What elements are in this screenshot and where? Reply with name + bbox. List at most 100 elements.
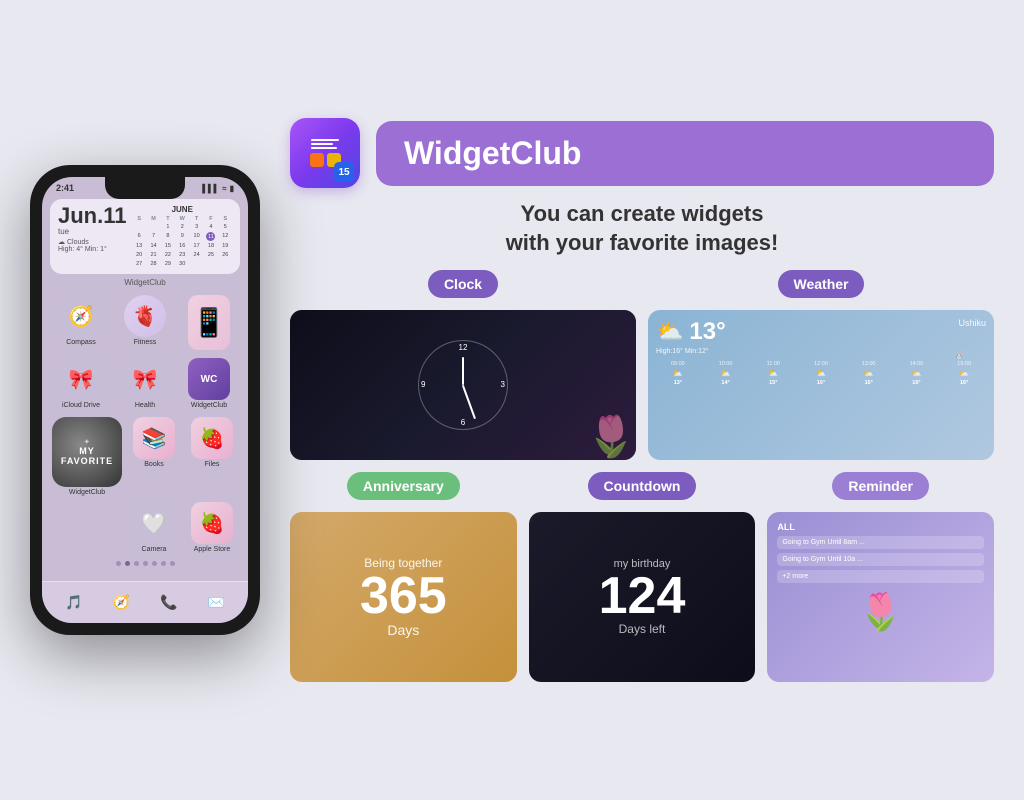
dock-compass[interactable]: 🧭 [113,594,130,611]
cloud-icon: ☁ [58,238,65,246]
clock-badge[interactable]: Clock [428,270,498,298]
app-name: WidgetClub [404,135,966,172]
widgetclub-icon: WC [188,358,230,400]
clock-hour-hand [462,357,464,385]
cal-month: JUNE [132,205,232,214]
reminder-item-more: +2 more [777,570,984,583]
forecast-14: 14:00 ⛅ 16° [895,361,939,386]
app-fitness[interactable]: 🫀 Fitness [116,295,174,352]
weather-city: Ushiku [958,318,986,328]
weather-badge-col: Weather [648,270,994,298]
countdown-badge-col: Countdown [529,472,756,500]
app-compass[interactable]: 🧭 Compass [52,295,110,352]
bottom-badges-row: Anniversary Countdown Reminder [290,472,994,500]
forecast-11: 11:00 ⛅ 15° [751,361,795,386]
compass-icon: 🧭 [60,295,102,337]
widgetclub-screen-label: WidgetClub [42,278,248,287]
dot-7 [170,561,175,566]
reminder-top-label: ALL [777,522,984,532]
clock-num-3: 3 [501,380,505,389]
reminder-item-1: Going to Gym Until 8am ... [777,536,984,549]
dot-4 [143,561,148,566]
app-myfav[interactable]: ✦ MY FAVORITE WidgetClub [52,417,122,496]
countdown-unit: Days left [619,622,666,636]
forecast-09: 09:00 ⛅ 13° [656,361,700,386]
app-title-area: WidgetClub [376,121,994,186]
app-books[interactable]: 📚 Books [128,417,180,496]
logo-line-3 [311,147,337,149]
countdown-preview: my birthday 124 Days left [529,512,756,682]
apple-store-icon: 🍓 [191,502,233,544]
weather-temp: 13° [689,318,725,346]
battery-icon: ▮ [230,184,234,193]
cal-temp: High: 4° Min: 1° [58,246,107,253]
status-time: 2:41 [56,183,74,193]
clock-flowers: 🌷 [586,413,636,460]
anniv-number: 365 [360,570,447,622]
forecast-12: 12:00 ⛅ 16° [799,361,843,386]
clock-preview: 🌷 12 3 6 9 [290,310,636,460]
forecast-13: 13:00 ⛅ 16° [847,361,891,386]
weather-forecast: 09:00 ⛅ 13° 10:00 ⛅ 14° 11:00 ⛅ 15° [656,361,986,386]
top-previews-row: 🌷 12 3 6 9 Ushiku ⛅ 13° 🐰 High:1 [290,310,994,460]
fitness-label: Fitness [134,339,157,346]
forecast-10: 10:00 ⛅ 14° [704,361,748,386]
myfav-label: WidgetClub [69,489,105,496]
phone-widget-icon: 📱 [188,295,230,350]
clock-num-12: 12 [459,343,468,352]
reminder-item-2: Going to Gym Until 10a ... [777,553,984,566]
anniversary-badge[interactable]: Anniversary [347,472,460,500]
logo-badge-15: 15 [334,162,354,182]
dock-mail[interactable]: ✉️ [208,594,225,611]
logo-icon-orange [310,153,324,167]
app-widgetclub-icon[interactable]: WC WidgetClub [180,358,238,409]
app-phone-img[interactable]: 📱 [180,295,238,352]
compass-label: Compass [66,339,96,346]
apple-store-label: Apple Store [194,546,231,553]
app-apple-store[interactable]: 🍓 Apple Store [186,502,238,553]
phone-section: 2:41 ▌▌▌ ≈ ▮ Jun.11 tue ☁ Clouds [30,165,260,635]
calendar-widget[interactable]: Jun.11 tue ☁ Clouds High: 4° Min: 1° JUN… [50,199,240,274]
weather-badge[interactable]: Weather [778,270,865,298]
dock-music[interactable]: 🎵 [65,594,82,611]
app-tagline: You can create widgetswith your favorite… [290,200,994,257]
dot-5 [152,561,157,566]
clock-face: 12 3 6 9 [418,340,508,430]
reminder-preview: ALL Going to Gym Until 8am ... Going to … [767,512,994,682]
weather-preview: Ushiku ⛅ 13° 🐰 High:16° Min:12° 09:00 ⛅ … [648,310,994,460]
cal-left: Jun.11 tue ☁ Clouds High: 4° Min: 1° [58,205,126,268]
countdown-badge[interactable]: Countdown [588,472,697,500]
countdown-number: 124 [599,570,686,622]
reminder-badge[interactable]: Reminder [832,472,929,500]
cal-date: Jun.11 [58,205,126,227]
camera-icon: 🤍 [133,502,175,544]
health-icon: 🎀 [124,358,166,400]
files-label: Files [205,461,220,468]
cal-day-of-week: tue [58,227,69,236]
cal-weather: ☁ Clouds [58,238,89,246]
dock-phone[interactable]: 📞 [160,594,177,611]
app-files[interactable]: 🍓 Files [186,417,238,496]
anniversary-preview: Being together 365 Days [290,512,517,682]
app-icloud[interactable]: 🎀 iCloud Drive [52,358,110,409]
clock-min-hand [462,384,476,418]
signal-icon: ▌▌▌ [202,184,219,193]
cal-right: JUNE S M T W T F S 1 [132,205,232,268]
anniv-unit: Days [387,622,419,638]
widgetclub-label2: WidgetClub [191,402,227,409]
main-container: 2:41 ▌▌▌ ≈ ▮ Jun.11 tue ☁ Clouds [0,0,1024,800]
files-icon: 🍓 [191,417,233,459]
logo-line-1 [311,139,339,141]
reminder-badge-col: Reminder [767,472,994,500]
clock-badge-col: Clock [290,270,636,298]
app-health[interactable]: 🎀 Health [116,358,174,409]
camera-label: Camera [142,546,167,553]
reminder-flowers: 🌷 [777,591,984,633]
dot-3 [134,561,139,566]
app-camera[interactable]: 🤍 Camera [128,502,180,553]
app-logo[interactable]: 15 [290,118,360,188]
icloud-icon: 🎀 [60,358,102,400]
phone-notch [105,177,185,199]
clock-num-9: 9 [421,380,425,389]
wifi-icon: ≈ [222,184,226,193]
